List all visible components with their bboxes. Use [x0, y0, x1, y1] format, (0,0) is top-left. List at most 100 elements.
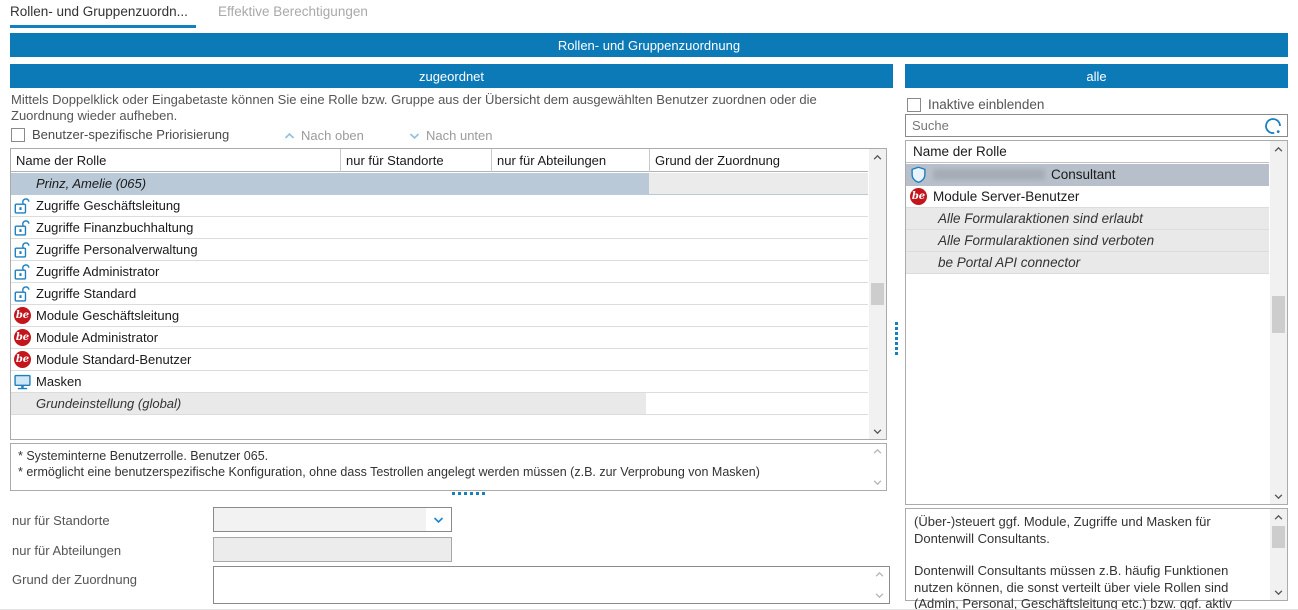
- assignment-instructions: Mittels Doppelklick oder Eingabetaste kö…: [11, 92, 883, 123]
- row-grund-cell: [649, 173, 868, 194]
- abteilungen-input[interactable]: [213, 537, 452, 562]
- table-scrollbar[interactable]: [869, 149, 886, 439]
- scroll-down-arrow[interactable]: [1270, 584, 1287, 600]
- row-label: Zugriffe Standard: [36, 286, 136, 301]
- table-row[interactable]: Zugriffe Personalverwaltung: [11, 239, 868, 261]
- priority-checkbox[interactable]: [11, 128, 25, 142]
- row-label: Prinz, Amelie (065): [36, 176, 146, 191]
- list-item-selected[interactable]: Consultant: [906, 164, 1269, 186]
- tab-rollen-gruppenzuordnung[interactable]: Rollen- und Gruppenzuordn...: [10, 4, 188, 19]
- search-input[interactable]: [912, 115, 1242, 136]
- list-item[interactable]: Alle Formularaktionen sind verboten: [906, 230, 1269, 252]
- scrollbar-thumb[interactable]: [871, 283, 884, 305]
- scroll-up-arrow[interactable]: [1270, 141, 1287, 157]
- list-item[interactable]: be Portal API connector: [906, 252, 1269, 274]
- inactive-checkbox-label: Inaktive einblenden: [928, 97, 1044, 112]
- note-line-2: * ermöglicht eine benutzerspezifische Ko…: [18, 464, 866, 480]
- table-row[interactable]: be Module Administrator: [11, 327, 868, 349]
- column-header-name-der-rolle[interactable]: Name der Rolle: [11, 149, 340, 172]
- table-row[interactable]: be Module Standard-Benutzer: [11, 349, 868, 371]
- grund-label: Grund der Zuordnung: [12, 572, 137, 587]
- note-scroll-chevrons[interactable]: [870, 447, 884, 487]
- list-item[interactable]: Alle Formularaktionen sind erlaubt: [906, 208, 1269, 230]
- assigned-roles-table-header: Name der Rolle nur für Standorte nur für…: [11, 149, 868, 172]
- list-item-label: Alle Formularaktionen sind verboten: [938, 233, 1154, 248]
- table-row[interactable]: Zugriffe Standard: [11, 283, 868, 305]
- role-note-box: * Systeminterne Benutzerrolle. Benutzer …: [10, 443, 887, 491]
- table-row-group[interactable]: Grundeinstellung (global): [11, 393, 868, 415]
- redacted-text: [933, 169, 1045, 180]
- move-down-button[interactable]: Nach unten: [408, 128, 493, 143]
- chevron-down-icon[interactable]: [432, 515, 445, 525]
- page-title: Rollen- und Gruppenzuordnung: [10, 33, 1288, 57]
- lock-open-icon: [14, 285, 31, 302]
- list-item[interactable]: be Module Server-Benutzer: [906, 186, 1269, 208]
- horizontal-splitter-handle[interactable]: [452, 492, 485, 495]
- row-label: Zugriffe Geschäftsleitung: [36, 198, 180, 213]
- table-row[interactable]: Zugriffe Administrator: [11, 261, 868, 283]
- grund-scroll-chevrons[interactable]: [872, 570, 886, 600]
- list-item-label: be Portal API connector: [938, 255, 1080, 270]
- list-item-label: Module Server-Benutzer: [933, 189, 1079, 204]
- search-icon[interactable]: [1264, 117, 1282, 135]
- description-paragraph-2: Dontenwill Consultants müssen z.B. häufi…: [914, 563, 1263, 610]
- scroll-up-arrow[interactable]: [1270, 509, 1287, 525]
- standorte-combobox[interactable]: [213, 507, 452, 532]
- lock-open-icon: [14, 241, 31, 258]
- column-header-grund-der-zuordnung[interactable]: Grund der Zuordnung: [649, 149, 868, 172]
- scrollbar-thumb[interactable]: [1272, 296, 1285, 333]
- note-line-1: * Systeminterne Benutzerrolle. Benutzer …: [18, 448, 866, 464]
- scroll-down-arrow[interactable]: [869, 423, 886, 439]
- description-scrollbar[interactable]: [1270, 509, 1287, 600]
- move-up-label: Nach oben: [301, 128, 364, 143]
- abteilungen-label: nur für Abteilungen: [12, 543, 121, 558]
- table-row[interactable]: Zugriffe Geschäftsleitung: [11, 195, 868, 217]
- row-label: Zugriffe Finanzbuchhaltung: [36, 220, 193, 235]
- priority-checkbox-label: Benutzer-spezifische Priorisierung: [32, 127, 229, 142]
- vertical-splitter-handle[interactable]: [895, 322, 898, 355]
- lock-open-icon: [14, 219, 31, 236]
- grund-textarea[interactable]: [213, 566, 890, 604]
- move-up-button[interactable]: Nach oben: [283, 128, 364, 143]
- row-label: Zugriffe Administrator: [36, 264, 159, 279]
- scroll-up-arrow[interactable]: [869, 149, 886, 165]
- chevron-up-icon[interactable]: [872, 447, 883, 456]
- role-search-field[interactable]: [905, 114, 1288, 137]
- assigned-roles-table: Name der Rolle nur für Standorte nur für…: [10, 148, 887, 440]
- table-row[interactable]: be Module Geschäftsleitung: [11, 305, 868, 327]
- standorte-label: nur für Standorte: [12, 513, 110, 528]
- row-label: Module Administrator: [36, 330, 158, 345]
- scroll-down-arrow[interactable]: [1270, 488, 1287, 504]
- chevron-up-icon[interactable]: [874, 570, 885, 579]
- column-header-nur-fuer-abteilungen[interactable]: nur für Abteilungen: [491, 149, 649, 172]
- lock-open-icon: [14, 197, 31, 214]
- table-row[interactable]: Zugriffe Finanzbuchhaltung: [11, 217, 868, 239]
- chevron-down-icon[interactable]: [874, 591, 885, 600]
- column-header-nur-fuer-standorte[interactable]: nur für Standorte: [340, 149, 491, 172]
- row-label: Zugriffe Personalverwaltung: [36, 242, 198, 257]
- row-label: Grundeinstellung (global): [36, 396, 181, 411]
- role-description-box: (Über-)steuert ggf. Module, Zugriffe und…: [905, 508, 1288, 601]
- list-item-label: Consultant: [1051, 167, 1116, 182]
- table-row[interactable]: Masken: [11, 371, 868, 393]
- be-logo-icon: be: [14, 307, 31, 324]
- shield-icon: [910, 166, 927, 183]
- all-roles-list-header[interactable]: Name der Rolle: [906, 141, 1269, 163]
- tab-effektive-berechtigungen[interactable]: Effektive Berechtigungen: [218, 4, 368, 19]
- active-tab-underline: [10, 25, 196, 28]
- list-item-label: Alle Formularaktionen sind erlaubt: [938, 211, 1143, 226]
- row-label: Module Geschäftsleitung: [36, 308, 179, 323]
- be-logo-icon: be: [14, 329, 31, 346]
- move-down-label: Nach unten: [426, 128, 493, 143]
- all-roles-list: Name der Rolle Consultant be Module Serv…: [905, 140, 1288, 505]
- left-section-title: zugeordnet: [10, 64, 893, 88]
- chevron-down-icon[interactable]: [872, 478, 883, 487]
- inactive-checkbox[interactable]: [907, 98, 921, 112]
- roles-groups-assignment-window: Rollen- und Gruppenzuordn... Effektive B…: [0, 0, 1298, 610]
- scrollbar-thumb[interactable]: [1272, 526, 1285, 548]
- chevron-down-icon: [408, 131, 421, 141]
- right-section-title: alle: [905, 64, 1288, 88]
- row-label: Module Standard-Benutzer: [36, 352, 191, 367]
- list-scrollbar[interactable]: [1270, 141, 1287, 504]
- table-row-selected-user[interactable]: Prinz, Amelie (065): [11, 173, 868, 195]
